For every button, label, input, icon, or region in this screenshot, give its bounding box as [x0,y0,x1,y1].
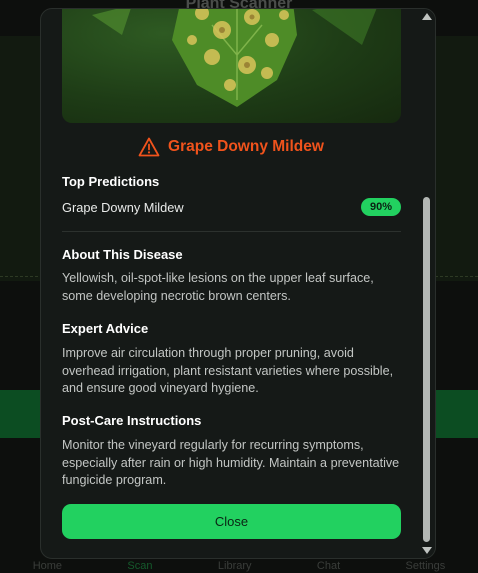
scroll-down-arrow-icon[interactable] [422,547,432,554]
nav-home: Home [32,560,63,572]
leaf-photo-illustration [92,9,377,107]
diagnosis-modal: Grape Downy Mildew Top Predictions Grape… [40,8,436,559]
bottom-nav: Home Scan Library Chat Settings [0,560,478,573]
disease-name: Grape Downy Mildew [168,138,324,155]
prediction-row: Grape Downy Mildew 90% [62,197,401,217]
nav-settings: Settings [405,560,446,572]
nav-scan: Scan [127,560,153,572]
leaf-photo [62,9,401,123]
scroll-thumb[interactable] [423,197,430,542]
nav-library: Library [217,560,252,572]
advice-title: Expert Advice [62,321,149,336]
nav-chat: Chat [316,560,341,572]
scroll-up-arrow-icon[interactable] [422,13,432,20]
top-predictions-title: Top Predictions [62,174,160,189]
close-button[interactable]: Close [62,504,401,539]
about-title: About This Disease [62,247,183,262]
modal-scrollbar[interactable] [419,9,435,558]
about-text: Yellowish, oil-spot-like lesions on the … [62,271,374,303]
post-care-text: Monitor the vineyard regularly for recur… [62,438,400,487]
post-care-title: Post-Care Instructions [62,413,202,428]
advice-text: Improve air circulation through proper p… [62,346,394,395]
confidence-badge: 90% [360,198,401,216]
section-divider [62,231,401,232]
prediction-label: Grape Downy Mildew [62,199,184,215]
diagnosis-heading: Grape Downy Mildew [41,137,421,157]
warning-triangle-icon [138,137,160,157]
